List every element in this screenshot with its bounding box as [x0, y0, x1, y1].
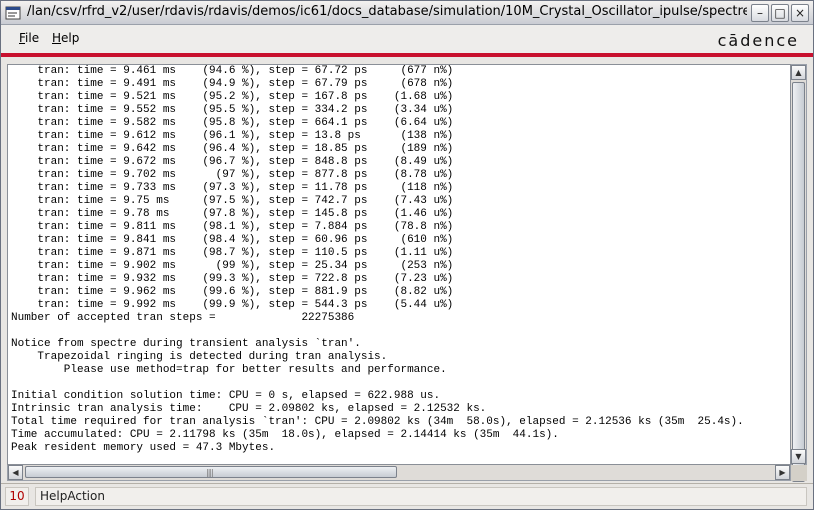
log-line: tran: time = 9.612 ms (96.1 %), step = 1…	[11, 130, 454, 142]
log-window: /lan/csv/rfrd_v2/user/rdavis/rdavis/demo…	[0, 0, 814, 510]
log-line: Please use method=trap for better result…	[11, 364, 447, 376]
status-message: HelpAction	[35, 487, 807, 506]
log-line: tran: time = 9.702 ms (97 %), step = 877…	[11, 169, 454, 181]
menu-file-label: ile	[25, 31, 40, 45]
log-line: tran: time = 9.552 ms (95.5 %), step = 3…	[11, 104, 454, 116]
log-line: Number of accepted tran steps = 22275386	[11, 312, 355, 324]
horizontal-scroll-thumb[interactable]: ||||	[25, 466, 397, 478]
vertical-scrollbar[interactable]: ▲ ▼	[791, 64, 807, 482]
scroll-grip-icon: ||||	[206, 468, 214, 477]
log-line: tran: time = 9.461 ms (94.6 %), step = 6…	[11, 65, 454, 77]
log-line: tran: time = 9.75 ms (97.5 %), step = 74…	[11, 195, 454, 207]
maximize-button[interactable]: □	[771, 4, 789, 22]
log-line: Trapezoidal ringing is detected during t…	[11, 351, 388, 363]
menu-help-mnemonic: H	[52, 31, 62, 45]
log-line: tran: time = 9.962 ms (99.6 %), step = 8…	[11, 286, 454, 298]
log-line: tran: time = 9.902 ms (99 %), step = 25.…	[11, 260, 454, 272]
status-bar: 10 HelpAction	[1, 483, 813, 509]
brand-divider	[1, 53, 813, 57]
log-line: tran: time = 9.642 ms (96.4 %), step = 1…	[11, 143, 454, 155]
terminal-window-icon	[5, 6, 21, 20]
log-line: tran: time = 9.932 ms (99.3 %), step = 7…	[11, 273, 454, 285]
close-button[interactable]: ×	[791, 4, 809, 22]
title-bar[interactable]: /lan/csv/rfrd_v2/user/rdavis/rdavis/demo…	[1, 1, 813, 25]
menu-bar: File Help cādence	[1, 25, 813, 53]
log-line: tran: time = 9.841 ms (98.4 %), step = 6…	[11, 234, 454, 246]
log-line: tran: time = 9.811 ms (98.1 %), step = 7…	[11, 221, 454, 233]
log-line: tran: time = 9.521 ms (95.2 %), step = 1…	[11, 91, 454, 103]
menu-file[interactable]: File	[19, 31, 39, 45]
scrollbar-corner	[791, 465, 807, 481]
scroll-up-button[interactable]: ▲	[791, 65, 806, 80]
log-line: tran: time = 9.78 ms (97.8 %), step = 14…	[11, 208, 454, 220]
vertical-scroll-thumb[interactable]	[792, 82, 805, 482]
log-text: tran: time = 9.461 ms (94.6 %), step = 6…	[11, 65, 790, 455]
log-line: Total time required for tran analysis `t…	[11, 416, 744, 428]
scroll-left-button[interactable]: ◀	[8, 465, 23, 480]
status-number: 10	[5, 487, 29, 506]
menu-help-label: elp	[61, 31, 80, 45]
log-line: tran: time = 9.582 ms (95.8 %), step = 6…	[11, 117, 454, 129]
log-line: tran: time = 9.491 ms (94.9 %), step = 6…	[11, 78, 454, 90]
log-line: Initial condition solution time: CPU = 0…	[11, 390, 441, 402]
menu-help[interactable]: Help	[52, 31, 79, 45]
window-title: /lan/csv/rfrd_v2/user/rdavis/rdavis/demo…	[27, 4, 747, 19]
log-line: Time accumulated: CPU = 2.11798 ks (35m …	[11, 429, 559, 441]
horizontal-scrollbar[interactable]: ◀ |||| ▶	[7, 465, 791, 481]
log-line: Notice from spectre during transient ana…	[11, 338, 361, 350]
log-line: Peak resident memory used = 47.3 Mbytes.	[11, 442, 276, 454]
log-line: tran: time = 9.672 ms (96.7 %), step = 8…	[11, 156, 454, 168]
minimize-button[interactable]: –	[751, 4, 769, 22]
log-line: tran: time = 9.871 ms (98.7 %), step = 1…	[11, 247, 454, 259]
log-line: tran: time = 9.733 ms (97.3 %), step = 1…	[11, 182, 454, 194]
scroll-down-button[interactable]: ▼	[791, 449, 806, 464]
log-line: Intrinsic tran analysis time: CPU = 2.09…	[11, 403, 487, 415]
log-output[interactable]: tran: time = 9.461 ms (94.6 %), step = 6…	[7, 64, 791, 465]
scroll-right-button[interactable]: ▶	[775, 465, 790, 480]
cadence-logo: cādence	[717, 31, 799, 50]
log-line: tran: time = 9.992 ms (99.9 %), step = 5…	[11, 299, 454, 311]
